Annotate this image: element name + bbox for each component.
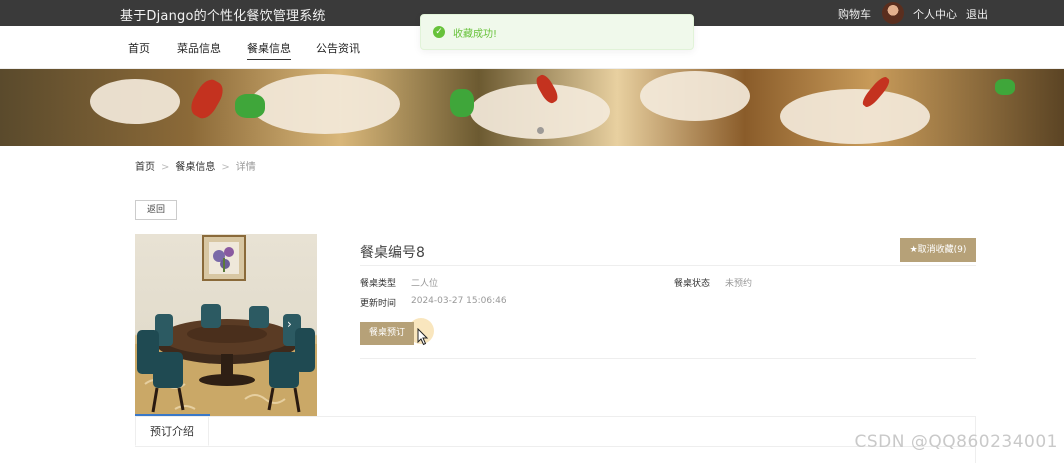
watermark: CSDN @QQ860234001 [854,432,1058,452]
banner-food-piece [995,79,1015,95]
banner-food-piece [186,75,228,123]
check-circle-icon: ✓ [433,26,445,38]
site-title: 基于Django的个性化餐饮管理系统 [120,9,326,24]
divider [360,358,976,359]
breadcrumb-separator: > [221,162,230,173]
nav-dishes[interactable]: 菜品信息 [177,40,221,56]
banner-food-piece [780,89,930,144]
success-toast: ✓ 收藏成功! [420,14,694,50]
nav-news[interactable]: 公告资讯 [316,40,360,56]
updated-time-value: 2024-03-27 15:06:46 [411,296,507,306]
banner-carousel[interactable] [0,69,1064,146]
breadcrumb-separator: > [161,162,170,173]
dining-room-illustration: › [135,235,317,416]
table-title: 餐桌编号8 [360,245,425,261]
breadcrumb-current: 详情 [235,162,256,173]
breadcrumb-home[interactable]: 首页 [135,162,155,173]
back-button[interactable]: 返回 [135,200,177,220]
tab-underline [135,446,975,447]
chevron-right-icon[interactable]: › [287,317,292,331]
logout-link[interactable]: 退出 [966,6,988,22]
unfavorite-button[interactable]: ★取消收藏(9) [900,238,976,262]
table-type-label: 餐桌类型 [360,279,397,289]
divider [360,265,976,266]
banner-food-piece [640,71,750,121]
reserve-table-button[interactable]: 餐桌预订 [360,322,414,345]
detail-tabs: 预订介绍 [135,416,976,463]
profile-link[interactable]: 个人中心 [913,6,957,22]
table-photo[interactable]: › [135,234,317,416]
banner-food-piece [90,79,180,124]
table-type-value: 二人位 [411,279,439,289]
nav-home[interactable]: 首页 [128,40,150,56]
banner-food-piece [450,89,474,117]
toast-message: 收藏成功! [453,29,498,40]
avatar[interactable] [882,2,904,24]
tab-reservation-intro[interactable]: 预订介绍 [135,417,209,446]
banner-food-piece [250,74,400,134]
breadcrumb: 首页 > 餐桌信息 > 详情 [135,158,256,173]
updated-time-label: 更新时间 [360,299,397,309]
carousel-indicator[interactable] [537,127,544,134]
breadcrumb-section[interactable]: 餐桌信息 [175,162,215,173]
mouse-cursor-icon [417,328,429,346]
table-status-label: 餐桌状态 [674,279,711,289]
table-status-value: 未预约 [725,279,753,289]
nav-tables[interactable]: 餐桌信息 [247,40,291,60]
cart-link[interactable]: 购物车 [838,6,871,22]
banner-food-piece [235,94,265,118]
